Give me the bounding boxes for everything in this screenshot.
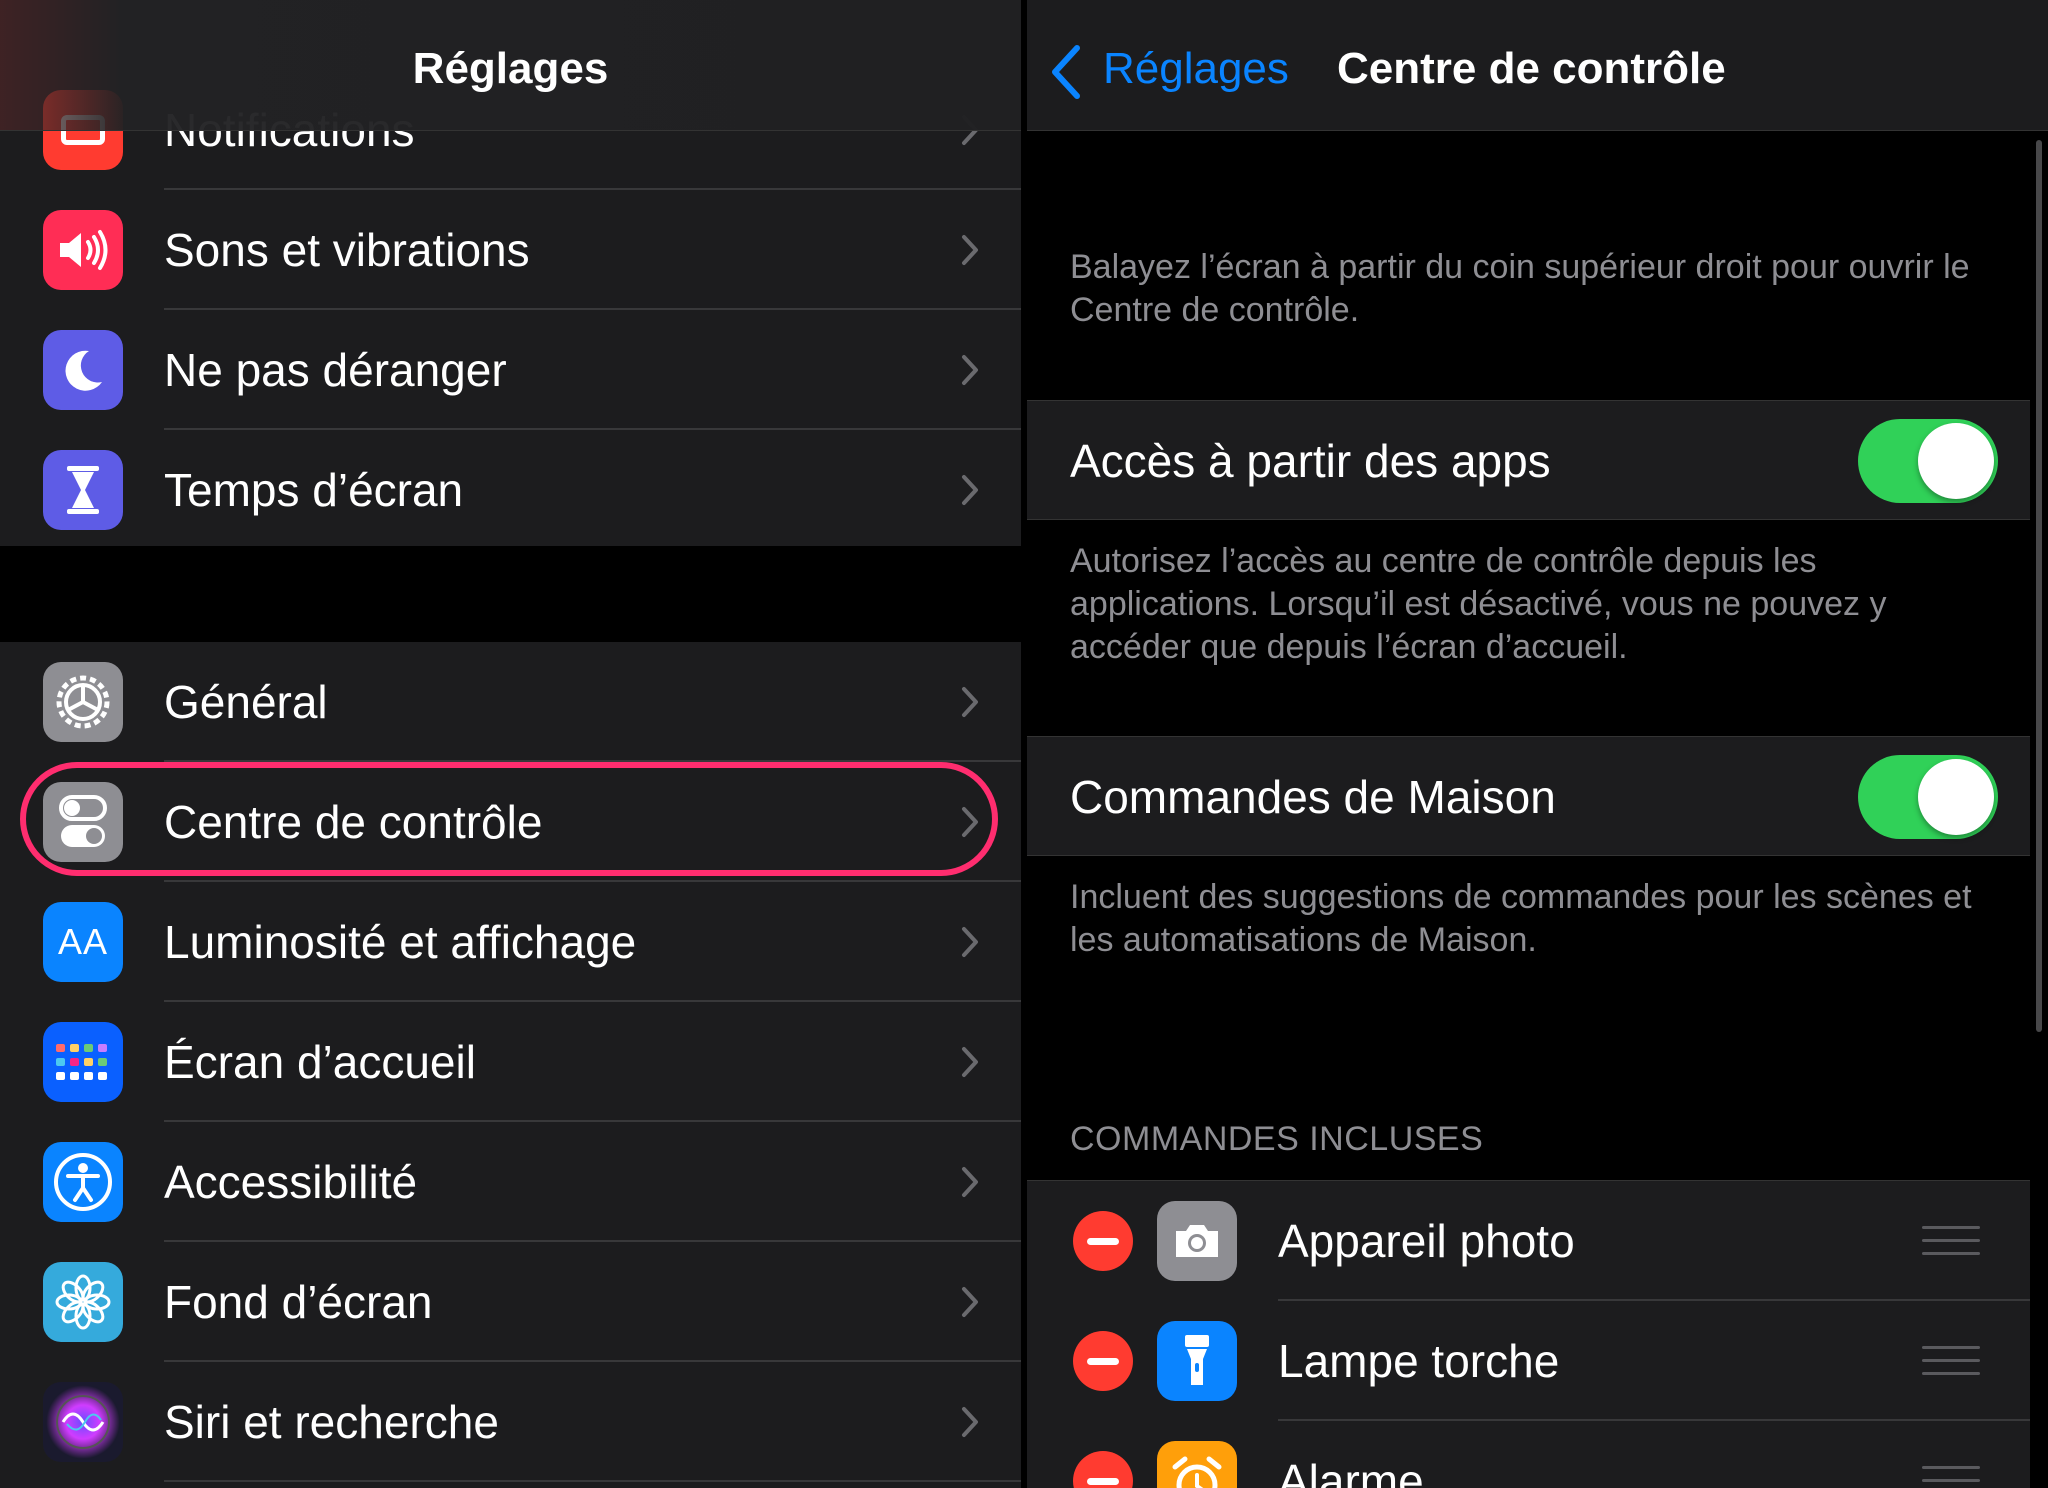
home-controls-description: Incluent des suggestions de commandes po… <box>1070 878 1972 959</box>
app-access-toggle[interactable] <box>1858 419 1998 503</box>
gear-icon <box>43 662 123 742</box>
remove-button[interactable] <box>1073 1331 1133 1391</box>
settings-item-label: Accessibilité <box>164 1156 418 1208</box>
list-item[interactable]: Alarme <box>1027 1421 2030 1488</box>
settings-item-accessibility[interactable]: Accessibilité <box>0 1122 1021 1242</box>
control-label: Alarme <box>1278 1455 1424 1488</box>
settings-item-label: Temps d’écran <box>164 464 464 516</box>
settings-item-siri[interactable]: Siri et recherche <box>0 1362 1021 1482</box>
settings-item-wallpaper[interactable]: Fond d’écran <box>0 1242 1021 1362</box>
toggle-label: Commandes de Maison <box>1070 771 1556 823</box>
section-header: COMMANDES INCLUSES <box>1070 1120 1484 1158</box>
settings-item-label: Général <box>164 676 328 728</box>
chevron-right-icon <box>962 1047 978 1077</box>
chevron-right-icon <box>962 355 978 385</box>
page-title: Réglages <box>412 44 609 93</box>
section-gap <box>0 546 1021 642</box>
intro-text: Balayez l’écran à partir du coin supérie… <box>1070 248 1970 329</box>
chevron-right-icon <box>962 1167 978 1197</box>
chevron-right-icon <box>962 1287 978 1317</box>
text-size-icon-label: AA <box>57 921 109 962</box>
list-item[interactable]: Lampe torche <box>1027 1301 2030 1421</box>
toggle-label: Accès à partir des apps <box>1070 435 1551 487</box>
remove-button[interactable] <box>1073 1211 1133 1271</box>
settings-item-label: Ne pas déranger <box>164 344 507 396</box>
chevron-right-icon <box>962 807 978 837</box>
accessibility-icon <box>43 1142 123 1222</box>
flashlight-icon <box>1157 1321 1237 1401</box>
settings-item-general[interactable]: Général <box>0 642 1021 762</box>
settings-item-label: Sons et vibrations <box>164 224 530 276</box>
control-label: Lampe torche <box>1278 1335 1560 1387</box>
drag-handle-icon[interactable] <box>1922 1346 1980 1376</box>
camera-icon <box>1157 1201 1237 1281</box>
home-controls-toggle[interactable] <box>1858 755 1998 839</box>
drag-handle-icon[interactable] <box>1922 1226 1980 1256</box>
app-access-description: Autorisez l’accès au centre de contrôle … <box>1070 542 1887 666</box>
toggle-row-app-access: Accès à partir des apps <box>1027 400 2030 520</box>
settings-item-label: Centre de contrôle <box>164 796 543 848</box>
settings-group-2: Général Centre de contrôle AA Luminosité… <box>0 642 1021 1482</box>
control-label: Appareil photo <box>1278 1215 1575 1267</box>
settings-item-screen-time[interactable]: Temps d’écran <box>0 430 1021 550</box>
chevron-right-icon <box>962 927 978 957</box>
included-controls-list: Appareil photo Lampe torche Alarme <box>1027 1180 2030 1488</box>
page-title: Centre de contrôle <box>1337 44 1726 93</box>
nav-bar: Réglages <box>0 0 1021 131</box>
alarm-icon <box>1157 1441 1237 1488</box>
settings-item-display[interactable]: AA Luminosité et affichage <box>0 882 1021 1002</box>
settings-item-label: Luminosité et affichage <box>164 916 637 968</box>
toggle-row-home-controls: Commandes de Maison <box>1027 736 2030 856</box>
settings-item-do-not-disturb[interactable]: Ne pas déranger <box>0 310 1021 430</box>
settings-item-sounds[interactable]: Sons et vibrations <box>0 190 1021 310</box>
control-center-pane: Réglages Centre de contrôle Balayez l’éc… <box>1027 0 2048 1488</box>
settings-item-home-screen[interactable]: Écran d’accueil <box>0 1002 1021 1122</box>
remove-button[interactable] <box>1073 1451 1133 1488</box>
moon-icon <box>43 330 123 410</box>
text-size-icon: AA <box>43 902 123 982</box>
settings-group-1: Notifications Sons et vibrations Ne pas … <box>0 70 1021 550</box>
scrollbar[interactable] <box>2036 140 2042 1032</box>
chevron-left-icon[interactable] <box>1047 44 1085 100</box>
settings-item-label: Écran d’accueil <box>164 1036 476 1088</box>
settings-item-label: Fond d’écran <box>164 1276 433 1328</box>
list-item[interactable]: Appareil photo <box>1027 1181 2030 1301</box>
home-grid-icon <box>43 1022 123 1102</box>
flower-icon <box>43 1262 123 1342</box>
chevron-right-icon <box>962 475 978 505</box>
switches-icon <box>43 782 123 862</box>
speaker-icon <box>43 210 123 290</box>
back-button[interactable]: Réglages <box>1103 44 1289 94</box>
settings-item-control-center[interactable]: Centre de contrôle <box>0 762 1021 882</box>
settings-pane: Notifications Sons et vibrations Ne pas … <box>0 0 1021 1488</box>
nav-bar: Réglages Centre de contrôle <box>1027 0 2048 131</box>
chevron-right-icon <box>962 1407 978 1437</box>
hourglass-icon <box>43 450 123 530</box>
chevron-right-icon <box>962 687 978 717</box>
drag-handle-icon[interactable] <box>1922 1466 1980 1488</box>
settings-item-label: Siri et recherche <box>164 1396 499 1448</box>
chevron-right-icon <box>962 235 978 265</box>
siri-icon <box>43 1382 123 1462</box>
